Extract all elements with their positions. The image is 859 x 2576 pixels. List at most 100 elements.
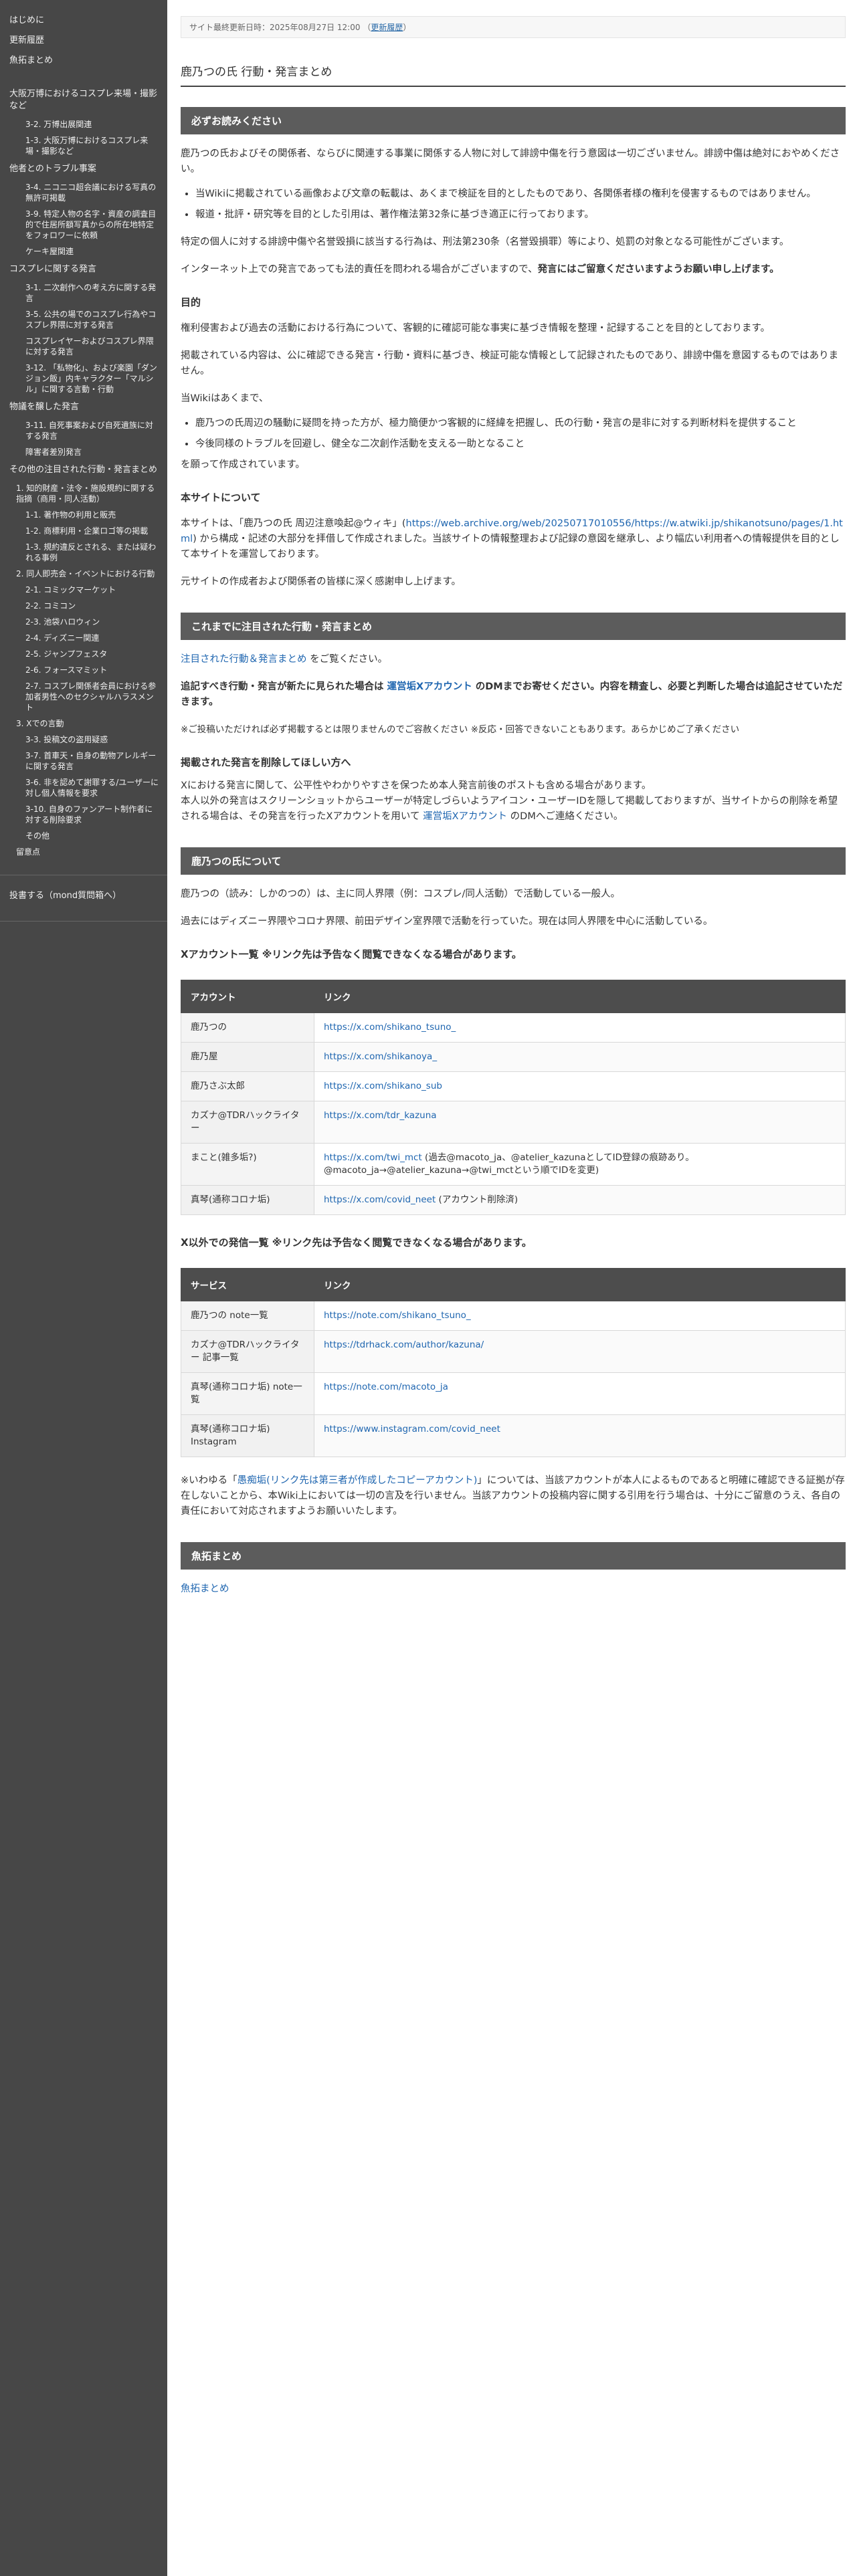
account-note: (アカウント削除済) bbox=[436, 1194, 518, 1205]
paragraph: 追記すべき行動・発言が新たに見られた場合は 運営垢Xアカウント のDMまでお寄せ… bbox=[181, 679, 846, 710]
account-name: 鹿乃屋 bbox=[181, 1042, 314, 1072]
sidebar-item-trouble[interactable]: 他者とのトラブル事案 bbox=[0, 159, 167, 179]
sidebar-divider bbox=[0, 921, 167, 922]
table-row: まこと(雑多垢?) https://x.com/twi_mct (過去@macot… bbox=[181, 1143, 846, 1186]
sidebar-subitem[interactable]: 3-12. 「私物化」、および楽園「ダンジョン飯」内キャラクター「マルシル」に関… bbox=[0, 360, 167, 397]
x-accounts-table: アカウント リンク 鹿乃つの https://x.com/shikano_tsuno… bbox=[181, 980, 846, 1215]
service-name: カズナ@TDRハックライター 記事一覧 bbox=[181, 1330, 314, 1373]
heading-other-services: X以外での発信一覧 ※リンク先は予告なく閲覧できなくなる場合があります。 bbox=[181, 1237, 532, 1249]
table-header: リンク bbox=[314, 1268, 846, 1301]
sidebar-subitem[interactable]: 2-4. ディズニー関連 bbox=[0, 630, 167, 646]
gyotaku-link[interactable]: 魚拓まとめ bbox=[181, 1584, 229, 1594]
sidebar-subitem[interactable]: コスプレイヤーおよびコスプレ界隈に対する発言 bbox=[0, 333, 167, 360]
sidebar-item-others[interactable]: その他の注目された行動・発言まとめ bbox=[0, 460, 167, 480]
table-header: アカウント bbox=[181, 980, 314, 1013]
sidebar-subitem[interactable]: 3-6. 非を認めて謝罪する/ユーザーに対し個人情報を要求 bbox=[0, 774, 167, 801]
sidebar-subitem[interactable]: 3-11. 自死事案および自死遺族に対する発言 bbox=[0, 417, 167, 444]
admin-x-link[interactable]: 運営垢Xアカウント bbox=[387, 681, 472, 692]
account-name: まこと(雑多垢?) bbox=[181, 1143, 314, 1186]
account-link[interactable]: https://x.com/shikanoya_ bbox=[324, 1051, 437, 1062]
sidebar-subitem[interactable]: 1-3. 規約違反とされる、または疑われる事例 bbox=[0, 539, 167, 566]
sidebar-subitem[interactable]: 3-7. 首車天・自身の動物アレルギーに関する発言 bbox=[0, 748, 167, 774]
text: ) から構成・記述の大部分を拝借して作成されました。当該サイトの情報整理および記… bbox=[181, 534, 840, 560]
table-header: サービス bbox=[181, 1268, 314, 1301]
account-link[interactable]: https://x.com/shikano_tsuno_ bbox=[324, 1022, 456, 1033]
emphasis-text: 発言にはご留意くださいますようお願い申し上げます。 bbox=[537, 264, 779, 275]
heading-x-accounts: Xアカウント一覧 ※リンク先は予告なく閲覧できなくなる場合があります。 bbox=[181, 948, 522, 960]
service-link[interactable]: https://note.com/shikano_tsuno_ bbox=[324, 1310, 471, 1321]
account-link[interactable]: https://x.com/covid_neet bbox=[324, 1194, 436, 1205]
sidebar-subitem[interactable]: 3-9. 特定人物の名字・資産の調査目的で住居所額写真からの所在地特定をフォロワ… bbox=[0, 206, 167, 243]
account-link[interactable]: https://x.com/tdr_kazuna bbox=[324, 1110, 437, 1121]
account-link[interactable]: https://x.com/twi_mct bbox=[324, 1152, 422, 1163]
update-meta: サイト最終更新日時：2025年08月27日 12:00 （更新履歴） bbox=[181, 16, 846, 38]
paragraph: ※ご投稿いただければ必ず掲載するとは限りませんのでご容赦ください ※反応・回答で… bbox=[181, 724, 740, 735]
admin-x-link[interactable]: 運営垢Xアカウント bbox=[423, 811, 507, 822]
table-row: カズナ@TDRハックライター 記事一覧 https://tdrhack.com/a… bbox=[181, 1330, 846, 1373]
sidebar-item-post[interactable]: 投書する（mond質問箱へ） bbox=[0, 886, 167, 906]
paragraph: を願って作成されています。 bbox=[181, 459, 305, 470]
service-link[interactable]: https://www.instagram.com/covid_neet bbox=[324, 1424, 500, 1434]
paragraph: 元サイトの作成者および関係者の皆様に深く感謝申し上げます。 bbox=[181, 576, 462, 587]
sidebar-subitem[interactable]: 2-1. コミックマーケット bbox=[0, 582, 167, 598]
section-header-notice: 必ずお読みください bbox=[181, 107, 846, 134]
section-header-gyotaku: 魚拓まとめ bbox=[181, 1542, 846, 1570]
list-item: 当Wikiに掲載されている画像および文章の転載は、あくまで検証を目的としたもので… bbox=[195, 187, 846, 202]
table-row: 鹿乃さぶ太郎 https://x.com/shikano_sub bbox=[181, 1071, 846, 1101]
sidebar-item-intro[interactable]: はじめに bbox=[0, 11, 167, 31]
sidebar-item-controversy[interactable]: 物議を醸した発言 bbox=[0, 397, 167, 417]
account-link[interactable]: https://x.com/shikano_sub bbox=[324, 1081, 442, 1091]
sidebar-subitem[interactable]: 3-10. 自身のファンアート制作者に対する削除要求 bbox=[0, 801, 167, 828]
sidebar-subitem[interactable]: 3-4. ニコニコ超会議における写真の無許可掲載 bbox=[0, 179, 167, 206]
sidebar-subitem[interactable]: ケーキ屋関連 bbox=[0, 243, 167, 259]
table-row: 真琴(通称コロナ垢) Instagram https://www.instagra… bbox=[181, 1414, 846, 1457]
service-name: 真琴(通称コロナ垢) note一覧 bbox=[181, 1372, 314, 1415]
heading-about-site: 本サイトについて bbox=[181, 492, 261, 504]
sidebar-item-gyotaku[interactable]: 魚拓まとめ bbox=[0, 51, 167, 71]
table-row: 真琴(通称コロナ垢) note一覧 https://note.com/macoto… bbox=[181, 1372, 846, 1415]
text: インターネット上での発言であっても法的責任を問われる場合がございますので、 bbox=[181, 264, 538, 275]
text: 本サイトは、「鹿乃つの氏 周辺注意喚起@ウィキ」( bbox=[181, 518, 406, 529]
sidebar-subitem[interactable]: 障害者差別発言 bbox=[0, 444, 167, 460]
sidebar-subitem[interactable]: 2-6. フォースマミット bbox=[0, 662, 167, 678]
sidebar-subitem[interactable]: 3-3. 投稿文の盗用疑惑 bbox=[0, 732, 167, 748]
recent-actions-link[interactable]: 注目された行動＆発言まとめ bbox=[181, 654, 307, 665]
paragraph: 当Wikiはあくまで、 bbox=[181, 393, 269, 404]
sidebar-subitem[interactable]: 1-3. 大阪万博におけるコスプレ来場・撮影など bbox=[0, 132, 167, 159]
history-link[interactable]: 更新履歴 bbox=[371, 23, 403, 32]
service-name: 鹿乃つの note一覧 bbox=[181, 1301, 314, 1331]
text: 追記すべき行動・発言が新たに見られた場合は bbox=[181, 681, 387, 692]
paragraph: 本サイトは、「鹿乃つの氏 周辺注意喚起@ウィキ」(https://web.arc… bbox=[181, 516, 846, 562]
updated-label: サイト最終更新日時：2025年08月27日 12:00 bbox=[189, 23, 361, 32]
account-name: カズナ@TDRハックライター bbox=[181, 1101, 314, 1144]
sidebar-subitem[interactable]: 留意点 bbox=[0, 844, 167, 860]
paragraph: 過去にはディズニー界隈やコロナ界隈、前田デザイン室界隈で活動を行っていた。現在は… bbox=[181, 916, 713, 927]
sidebar-subitem[interactable]: 3-5. 公共の場でのコスプレ行為やコスプレ界隈に対する発言 bbox=[0, 306, 167, 333]
sidebar-subitem[interactable]: 3-2. 万博出展関連 bbox=[0, 116, 167, 132]
service-link[interactable]: https://tdrhack.com/author/kazuna/ bbox=[324, 1339, 484, 1350]
sidebar-item-cosplay[interactable]: コスプレに関する発言 bbox=[0, 259, 167, 280]
sidebar-subitem[interactable]: 3. Xでの言動 bbox=[0, 716, 167, 732]
sidebar-item-expo[interactable]: 大阪万博におけるコスプレ来場・撮影など bbox=[0, 84, 167, 116]
sidebar-subitem[interactable]: 2. 同人即売会・イベントにおける行動 bbox=[0, 566, 167, 582]
service-link[interactable]: https://note.com/macoto_ja bbox=[324, 1382, 448, 1392]
table-row: 鹿乃つの note一覧 https://note.com/shikano_tsun… bbox=[181, 1301, 846, 1331]
sidebar-subitem[interactable]: 2-5. ジャンプフェスタ bbox=[0, 646, 167, 662]
account-name: 鹿乃つの bbox=[181, 1012, 314, 1043]
heading-deletion: 掲載された発言を削除してほしい方へ bbox=[181, 756, 351, 768]
sidebar-subitem[interactable]: 2-3. 池袋ハロウィン bbox=[0, 614, 167, 630]
sidebar-subitem[interactable]: 2-7. コスプレ関係者会員における参加者男性へのセクシャルハラスメント bbox=[0, 678, 167, 716]
fake-account-link[interactable]: 愚痴垢(リンク先は第三者が作成したコピーアカウント) bbox=[237, 1475, 478, 1486]
sidebar-subitem[interactable]: 1-2. 商標利用・企業ロゴ等の掲載 bbox=[0, 523, 167, 539]
account-name: 鹿乃さぶ太郎 bbox=[181, 1071, 314, 1101]
main-content: サイト最終更新日時：2025年08月27日 12:00 （更新履歴） 鹿乃つの氏… bbox=[181, 0, 846, 1597]
sidebar-subitem[interactable]: 2-2. コミコン bbox=[0, 598, 167, 614]
service-name: 真琴(通称コロナ垢) Instagram bbox=[181, 1414, 314, 1457]
sidebar-item-history[interactable]: 更新履歴 bbox=[0, 31, 167, 51]
sidebar-subitem[interactable]: 1. 知的財産・法令・施設規約に関する指摘（商用・同人活動） bbox=[0, 480, 167, 507]
sidebar-subitem[interactable]: 1-1. 著作物の利用と販売 bbox=[0, 507, 167, 523]
sidebar-subitem[interactable]: 3-1. 二次創作への考え方に関する発言 bbox=[0, 280, 167, 306]
sidebar-subitem[interactable]: その他 bbox=[0, 828, 167, 844]
heading-purpose: 目的 bbox=[181, 296, 201, 308]
notice-list: 当Wikiに掲載されている画像および文章の転載は、あくまで検証を目的としたもので… bbox=[181, 187, 846, 223]
